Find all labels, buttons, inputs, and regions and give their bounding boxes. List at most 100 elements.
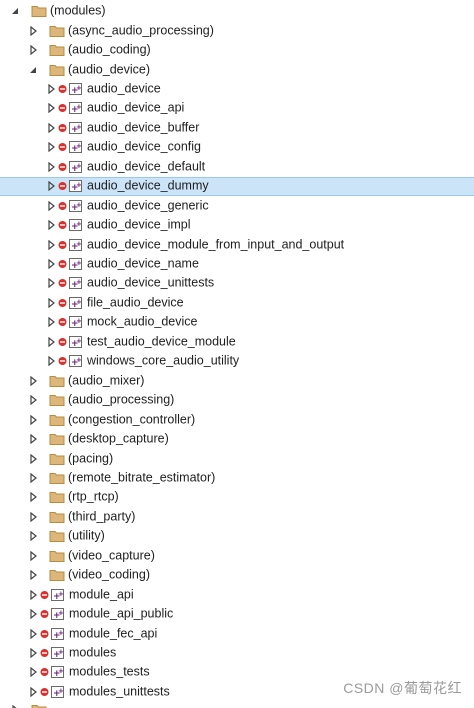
collapsed-arrow-icon[interactable] (28, 25, 38, 36)
tree-node[interactable]: + + module_api_public (0, 604, 474, 623)
tree-node[interactable]: (audio_mixer) (0, 371, 474, 390)
tree-node[interactable]: + + module_api (0, 585, 474, 604)
collapsed-arrow-icon[interactable] (46, 239, 56, 250)
tree-node-label: (video_capture) (68, 548, 155, 563)
collapsed-arrow-icon[interactable] (46, 259, 56, 270)
tree-node[interactable]: (rtp_rtcp) (0, 488, 474, 507)
tree-node-label: audio_device_impl (87, 217, 191, 232)
tree-node-label: modules_unittests (69, 684, 170, 699)
svg-text:+: + (76, 317, 82, 325)
project-icon: + + (50, 588, 66, 602)
collapsed-arrow-icon[interactable] (46, 278, 56, 289)
svg-text:+: + (58, 648, 64, 656)
svg-text:+: + (76, 162, 82, 170)
tree-node-label: (audio_processing) (68, 392, 175, 407)
tree-node-label: windows_core_audio_utility (87, 353, 240, 368)
collapsed-arrow-icon[interactable] (28, 570, 38, 581)
collapsed-arrow-icon[interactable] (28, 609, 38, 620)
collapsed-arrow-icon[interactable] (28, 511, 38, 522)
collapsed-arrow-icon[interactable] (46, 181, 56, 192)
tree-node[interactable]: (third_party) (0, 507, 474, 526)
collapsed-arrow-icon[interactable] (28, 492, 38, 503)
tree-node[interactable]: (desktop_capture) (0, 429, 474, 448)
tree-node[interactable]: + + windows_core_audio_utility (0, 352, 474, 371)
collapsed-arrow-icon[interactable] (28, 414, 38, 425)
tree-node[interactable]: + + test_audio_device_module (0, 332, 474, 351)
tree-node-label: (audio_device) (68, 62, 150, 77)
tree-node-label: (rtp_rtcp) (68, 489, 119, 504)
collapsed-arrow-icon[interactable] (46, 142, 56, 153)
tree-node[interactable]: + + audio_device_name (0, 254, 474, 273)
collapsed-arrow-icon[interactable] (46, 220, 56, 231)
tree-node[interactable]: + + audio_device_module_from_input_and_out… (0, 235, 474, 254)
collapsed-arrow-icon[interactable] (46, 200, 56, 211)
excluded-status-icon (58, 143, 67, 152)
tree-node[interactable]: + + audio_device_default (0, 157, 474, 176)
folder-icon (49, 529, 65, 543)
tree-node[interactable]: + + modules (0, 643, 474, 662)
collapsed-arrow-icon[interactable] (46, 122, 56, 133)
project-icon: + + (68, 354, 84, 368)
collapsed-arrow-icon[interactable] (28, 686, 38, 697)
expanded-arrow-icon[interactable] (10, 6, 20, 16)
tree-node[interactable]: + + audio_device_generic (0, 196, 474, 215)
collapsed-arrow-icon[interactable] (46, 103, 56, 114)
tree-node[interactable]: + + audio_device_dummy (0, 176, 474, 196)
tree-node[interactable]: + + audio_device_impl (0, 215, 474, 234)
tree-node[interactable]: (video_coding) (0, 566, 474, 585)
collapsed-arrow-icon[interactable] (28, 550, 38, 561)
collapsed-arrow-icon[interactable] (46, 356, 56, 367)
tree-node[interactable]: (congestion_controller) (0, 410, 474, 429)
collapsed-arrow-icon[interactable] (28, 531, 38, 542)
tree-node[interactable]: (utility) (0, 527, 474, 546)
project-icon: + + (50, 627, 66, 641)
collapsed-arrow-icon[interactable] (28, 434, 38, 445)
folder-icon (49, 43, 65, 57)
collapsed-arrow-icon[interactable] (28, 472, 38, 483)
collapsed-arrow-icon[interactable] (28, 45, 38, 56)
tree-node-label: modules (69, 645, 117, 660)
tree-node[interactable]: (audio_processing) (0, 391, 474, 410)
collapsed-arrow-icon[interactable] (28, 589, 38, 600)
collapsed-arrow-icon[interactable] (28, 648, 38, 659)
tree-node[interactable]: + + file_audio_device (0, 293, 474, 312)
excluded-status-icon (58, 357, 67, 366)
folder-icon (49, 471, 65, 485)
collapsed-arrow-icon[interactable] (28, 375, 38, 386)
tree-node[interactable]: (audio_coding) (0, 40, 474, 59)
svg-text:+: + (76, 201, 82, 209)
tree-node[interactable]: + + mock_audio_device (0, 313, 474, 332)
tree-node[interactable]: + + audio_device_unittests (0, 274, 474, 293)
svg-text:+: + (76, 356, 82, 364)
tree-node[interactable]: (remote_bitrate_estimator) (0, 468, 474, 487)
collapsed-arrow-icon[interactable] (46, 83, 56, 94)
tree-node[interactable]: (audio_device) (0, 60, 474, 79)
tree-node[interactable]: + + audio_device_config (0, 138, 474, 157)
tree-node[interactable]: + + module_fec_api (0, 624, 474, 643)
tree-node[interactable]: + + audio_device_buffer (0, 118, 474, 137)
svg-text:+: + (58, 609, 64, 617)
project-icon: + + (68, 335, 84, 349)
project-icon: + + (68, 315, 84, 329)
tree-node[interactable]: (video_capture) (0, 546, 474, 565)
collapsed-arrow-icon[interactable] (28, 395, 38, 406)
collapsed-arrow-icon[interactable] (28, 667, 38, 678)
expanded-arrow-icon[interactable] (28, 65, 38, 75)
collapsed-arrow-icon[interactable] (46, 336, 56, 347)
svg-text:+: + (76, 181, 82, 189)
folder-icon (49, 510, 65, 524)
tree-node[interactable]: (async_audio_processing) (0, 21, 474, 40)
project-icon: + + (68, 82, 84, 96)
svg-text:+: + (76, 84, 82, 92)
excluded-status-icon (58, 221, 67, 230)
collapsed-arrow-icon[interactable] (46, 297, 56, 308)
collapsed-arrow-icon[interactable] (28, 628, 38, 639)
collapsed-arrow-icon[interactable] (28, 453, 38, 464)
tree-node[interactable]: + + audio_device (0, 79, 474, 98)
excluded-status-icon (58, 182, 67, 191)
collapsed-arrow-icon[interactable] (46, 161, 56, 172)
tree-node[interactable]: + + audio_device_api (0, 99, 474, 118)
tree-node-modules[interactable]: (modules) (0, 2, 474, 21)
collapsed-arrow-icon[interactable] (46, 317, 56, 328)
tree-node[interactable]: (pacing) (0, 449, 474, 468)
